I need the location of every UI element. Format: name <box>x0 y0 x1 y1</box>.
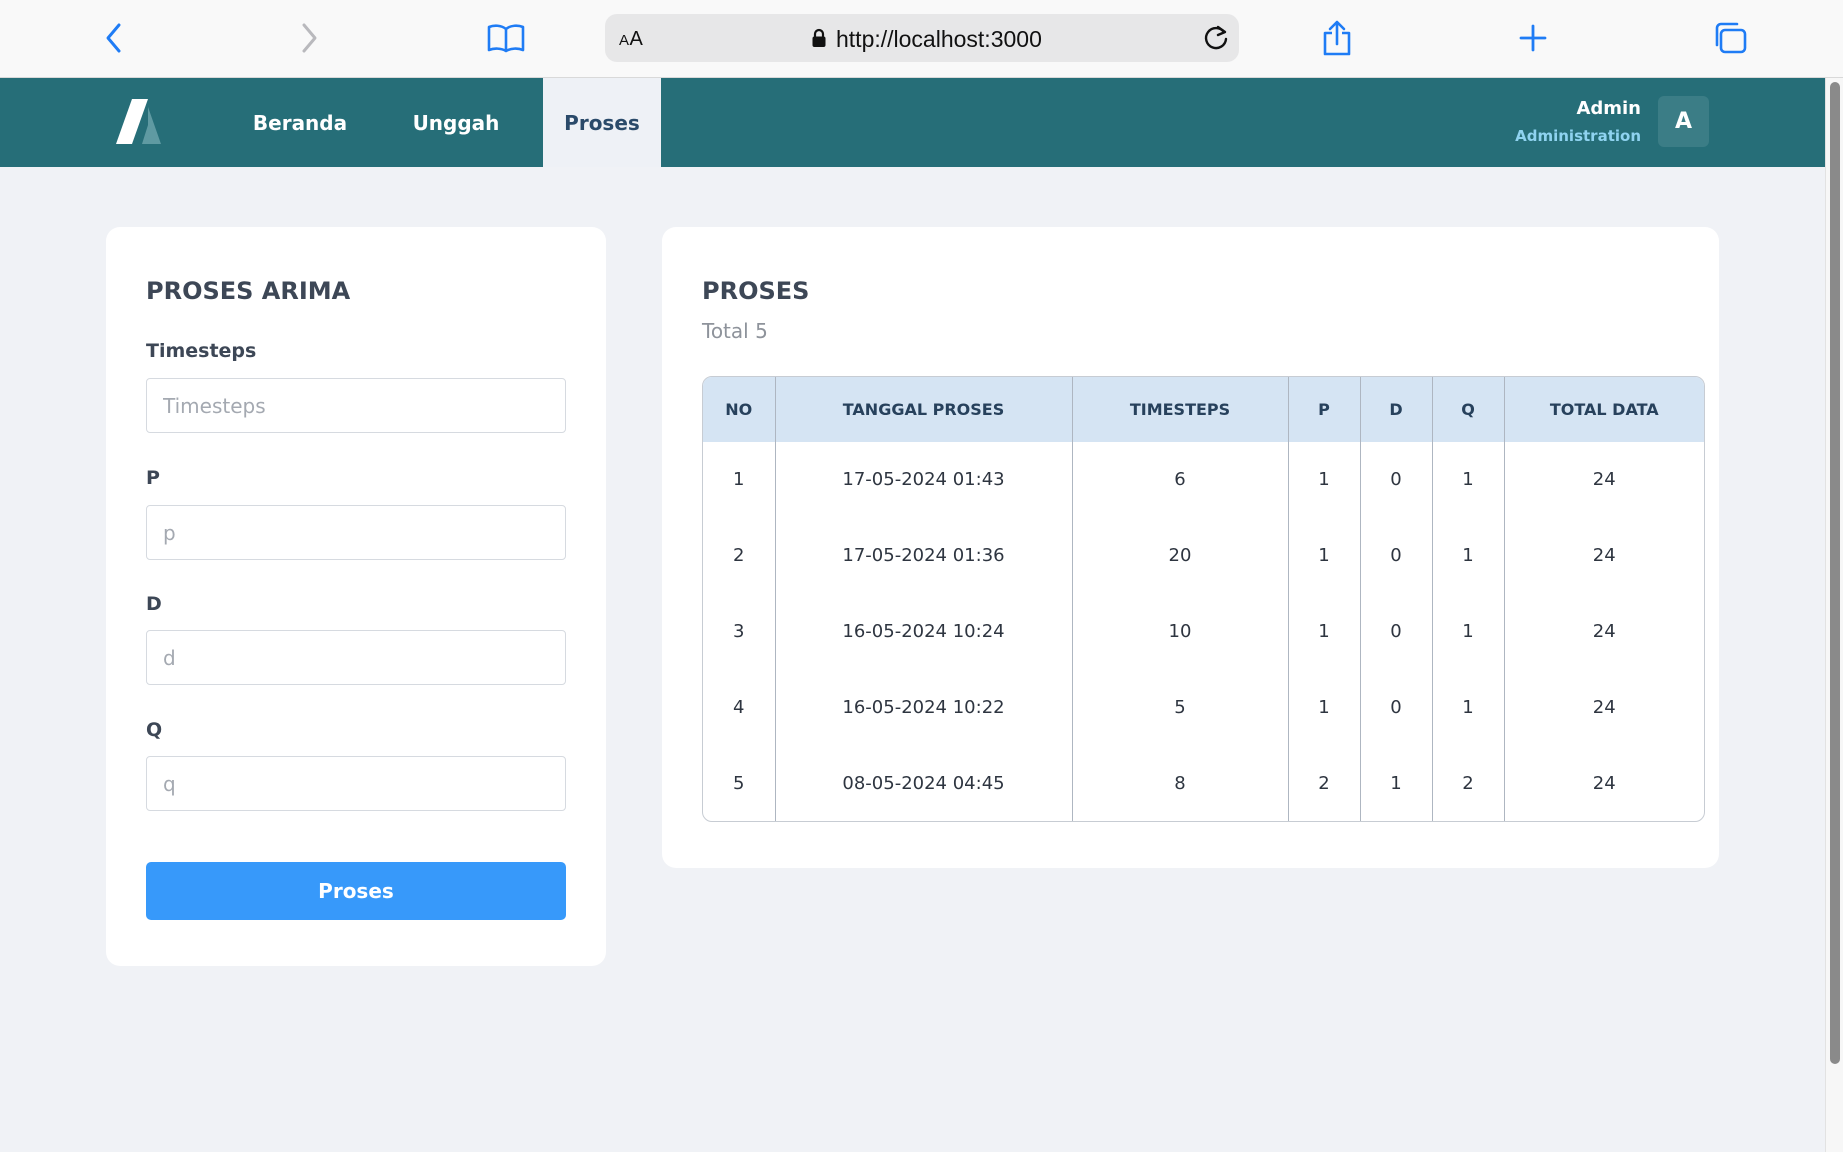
forward-icon <box>302 23 317 53</box>
table-cell: 0 <box>1360 442 1433 518</box>
table-row: 1 17-05-2024 01:43 6 1 0 1 24 <box>703 442 1704 518</box>
results-table: NO TANGGAL PROSES TIMESTEPS P D Q TOTAL … <box>702 376 1705 822</box>
avatar[interactable]: A <box>1658 96 1709 147</box>
table-cell: 5 <box>703 745 776 821</box>
share-button[interactable] <box>1313 14 1361 62</box>
column-header: Q <box>1432 377 1505 442</box>
table-cell: 10 <box>1072 593 1289 670</box>
results-card: PROSES Total 5 NO TANGGAL PROSES TIMESTE… <box>662 227 1719 868</box>
tabs-icon <box>1715 22 1747 54</box>
table-row: 2 17-05-2024 01:36 20 1 0 1 24 <box>703 517 1704 594</box>
scrollbar-thumb[interactable] <box>1830 82 1840 1064</box>
table-cell: 1 <box>1288 669 1361 746</box>
column-header: TIMESTEPS <box>1072 377 1289 442</box>
d-label: D <box>146 593 162 615</box>
table-cell: 24 <box>1592 469 1616 491</box>
table-cell: 0 <box>1360 593 1433 670</box>
table-cell: 17-05-2024 01:36 <box>775 517 1073 594</box>
address-bar[interactable]: AA http://localhost:3000 <box>605 14 1239 62</box>
column-header: TANGGAL PROSES <box>775 377 1073 442</box>
tabs-button[interactable] <box>1706 14 1754 62</box>
table-cell: 8 <box>1072 745 1289 821</box>
table-row: 4 16-05-2024 10:22 5 1 0 1 24 <box>703 669 1704 746</box>
table-cell: 16-05-2024 10:22 <box>775 669 1073 746</box>
tab-proses[interactable]: Proses <box>543 78 661 167</box>
table-cell: 24 <box>1592 620 1616 642</box>
url-text[interactable]: http://localhost:3000 <box>836 26 1042 53</box>
column-header: P <box>1288 377 1361 442</box>
timesteps-label: Timesteps <box>146 340 257 362</box>
q-label: Q <box>146 719 163 741</box>
table-cell: 24 <box>1592 772 1616 794</box>
table-header-row: NO TANGGAL PROSES TIMESTEPS P D Q TOTAL … <box>703 377 1704 442</box>
table-cell: 24 <box>1592 696 1616 718</box>
column-header: TOTAL DATA <box>1504 377 1704 442</box>
text-size-button[interactable]: AA <box>619 28 643 51</box>
browser-toolbar: AA http://localhost:3000 <box>0 0 1843 78</box>
table-cell: 0 <box>1360 669 1433 746</box>
bookmarks-icon <box>487 24 525 53</box>
table-cell: 17-05-2024 01:43 <box>775 442 1073 518</box>
results-title: PROSES <box>702 277 810 305</box>
reload-icon[interactable] <box>1201 23 1231 53</box>
table-row: 3 16-05-2024 10:24 10 1 0 1 24 <box>703 593 1704 670</box>
column-header: NO <box>703 377 776 442</box>
user-name: Admin <box>1576 98 1641 119</box>
table-cell: 1 <box>703 442 776 518</box>
table-cell: 16-05-2024 10:24 <box>775 593 1073 670</box>
forward-button[interactable] <box>285 14 333 62</box>
lock-icon <box>811 28 827 48</box>
table-cell: 1 <box>1288 517 1361 594</box>
table-cell: 2 <box>703 517 776 594</box>
table-cell: 1 <box>1288 442 1361 518</box>
proses-button[interactable]: Proses <box>146 862 566 920</box>
tab-unggah[interactable]: Unggah <box>392 78 520 167</box>
bookmarks-button[interactable] <box>482 14 530 62</box>
table-cell: 1 <box>1432 669 1505 746</box>
q-input[interactable] <box>146 756 566 811</box>
page-scrollbar[interactable] <box>1825 78 1843 1152</box>
table-cell: 6 <box>1072 442 1289 518</box>
back-button[interactable] <box>90 14 138 62</box>
table-cell: 20 <box>1072 517 1289 594</box>
app-logo[interactable] <box>114 99 166 147</box>
arima-form-card: PROSES ARIMA Timesteps P D Q Proses <box>106 227 606 966</box>
p-input[interactable] <box>146 505 566 560</box>
table-cell: 1 <box>1432 593 1505 670</box>
new-tab-button[interactable] <box>1509 14 1557 62</box>
table-cell: 2 <box>1288 745 1361 821</box>
table-row: 5 08-05-2024 04:45 8 2 1 2 24 <box>703 745 1704 821</box>
column-header: D <box>1360 377 1433 442</box>
p-label: P <box>146 467 160 489</box>
timesteps-input[interactable] <box>146 378 566 433</box>
app-navbar: Beranda Unggah Proses Admin Administrati… <box>0 78 1825 167</box>
table-cell: 3 <box>703 593 776 670</box>
table-cell: 08-05-2024 04:45 <box>775 745 1073 821</box>
user-role: Administration <box>1515 127 1641 145</box>
table-cell: 1 <box>1432 517 1505 594</box>
tab-beranda[interactable]: Beranda <box>236 78 364 167</box>
table-cell: 5 <box>1072 669 1289 746</box>
results-total: Total 5 <box>702 319 768 343</box>
back-icon <box>106 23 121 53</box>
table-cell: 2 <box>1432 745 1505 821</box>
d-input[interactable] <box>146 630 566 685</box>
table-cell: 1 <box>1432 442 1505 518</box>
share-icon <box>1323 20 1351 56</box>
table-cell: 1 <box>1288 593 1361 670</box>
new-tab-icon <box>1519 24 1547 52</box>
table-cell: 1 <box>1360 745 1433 821</box>
table-cell: 24 <box>1592 545 1616 567</box>
form-title: PROSES ARIMA <box>146 277 351 305</box>
table-cell: 0 <box>1360 517 1433 594</box>
table-cell: 4 <box>703 669 776 746</box>
